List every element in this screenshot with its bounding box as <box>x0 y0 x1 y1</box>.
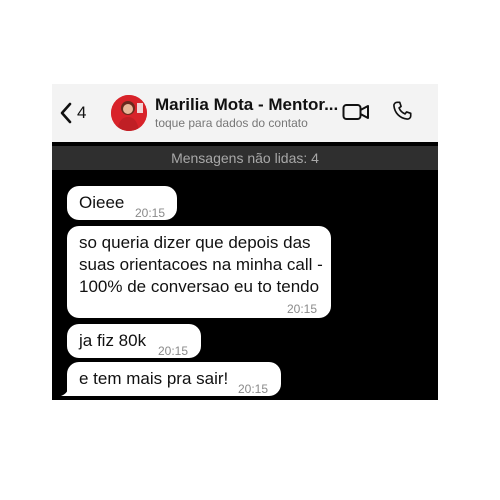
avatar[interactable] <box>111 95 147 131</box>
chat-screenshot: 4 Marilia Mota - Mentor... toque para da… <box>52 84 438 400</box>
message-bubble[interactable]: so queria dizer que depois das suas orie… <box>67 226 331 318</box>
message-text: Oieee <box>79 193 125 212</box>
message-text: so queria dizer que depois das suas orie… <box>79 233 323 296</box>
unread-messages-banner: Mensagens não lidas: 4 <box>52 146 438 170</box>
avatar-image <box>111 95 147 131</box>
video-camera-icon <box>342 104 369 120</box>
chevron-left-icon <box>60 102 72 124</box>
contact-subtitle: toque para dados do contato <box>155 116 308 130</box>
unread-count: 4 <box>77 103 87 122</box>
message-text: e tem mais pra sair! <box>79 369 229 388</box>
message-time: 20:15 <box>238 382 269 396</box>
message-time: 20:15 <box>287 302 318 316</box>
message-bubble[interactable]: ja fiz 80k 20:15 <box>67 324 201 358</box>
message-bubble[interactable]: Oieee 20:15 <box>67 186 177 220</box>
message-text: ja fiz 80k <box>79 331 147 350</box>
video-call-button[interactable] <box>342 102 370 127</box>
message-bubble[interactable]: e tem mais pra sair! 20:15 <box>67 362 281 396</box>
chat-header: 4 Marilia Mota - Mentor... toque para da… <box>52 84 438 142</box>
voice-call-button[interactable] <box>391 100 413 127</box>
contact-info[interactable]: Marilia Mota - Mentor... toque para dado… <box>155 94 340 131</box>
message-time: 20:15 <box>135 206 166 220</box>
contact-name: Marilia Mota - Mentor... <box>155 95 339 114</box>
message-time: 20:15 <box>158 344 189 358</box>
phone-icon <box>393 101 412 120</box>
back-button[interactable]: 4 <box>59 98 99 128</box>
